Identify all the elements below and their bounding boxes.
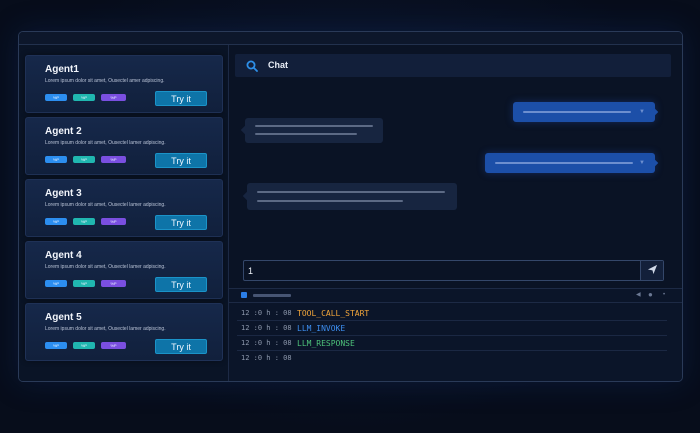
tag-badge[interactable]: %P [101,156,126,163]
tag-badge[interactable]: %P [45,94,67,101]
log-row: 12 :0 h : 08 [237,351,667,365]
chevron-down-icon[interactable]: ▼ [639,109,647,115]
message-text-placeholder [255,125,373,127]
record-icon[interactable]: ● [648,291,653,299]
try-it-button[interactable]: Try it [155,215,207,230]
tag-badge[interactable]: %P [101,218,126,225]
tag-badge[interactable]: %P [73,218,95,225]
agent-name: Agent 2 [45,126,82,137]
agent-card: Agent 5 Lorem ipsum dolor sit amet, Ouse… [25,303,223,361]
message-input[interactable] [244,261,628,280]
agent-name: Agent 5 [45,312,82,323]
chat-title: Chat [268,60,288,70]
tag-badge[interactable]: %P [73,94,95,101]
tag-badge[interactable]: %P [101,342,126,349]
agent-description: Lorem ipsum dolor sit amet, Ousectel lam… [45,326,166,332]
log-row: 12 :0 h : 08 LLM_RESPONSE [237,336,667,351]
tag-badge[interactable]: %P [45,280,67,287]
more-icon[interactable]: • [663,291,665,299]
chat-messages: ▼ ▼ [235,81,671,257]
tag-badge[interactable]: %P [101,280,126,287]
try-it-button[interactable]: Try it [155,91,207,106]
agent-card: Agent 2 Lorem ipsum dolor sit amet, Ouse… [25,117,223,175]
event-log-panel: ◀ ● • 12 :0 h : 08 TOOL_CALL_START 12 :0… [229,288,682,381]
agent-description: Lorem ipsum dolor sit amet, Ousectel lam… [45,264,166,270]
chevron-down-icon[interactable]: ▼ [639,160,647,166]
tag-badge[interactable]: %P [73,342,95,349]
log-status-icon [241,292,247,298]
chat-header: Chat [235,54,671,77]
message-composer [243,260,664,281]
agent-card: Agent1 Lorem ipsum dolor sit amet, Ousec… [25,55,223,113]
log-toolbar: ◀ ● • [229,289,682,303]
message-text-placeholder [495,162,633,164]
log-timestamp: 12 :0 h : 08 [241,309,292,317]
message-text-placeholder [523,111,631,113]
tag-badge[interactable]: %P [45,156,67,163]
log-row: 12 :0 h : 08 TOOL_CALL_START [237,306,667,321]
agent-description: Lorem ipsum dolor sit amet, Ousectel lam… [45,140,166,146]
chevron-left-icon[interactable]: ◀ [636,291,641,299]
title-bar [19,32,682,45]
message-bubble-outgoing[interactable]: ▼ [485,153,655,173]
try-it-button[interactable]: Try it [155,277,207,292]
log-timestamp: 12 :0 h : 08 [241,339,292,347]
agent-description: Lorem ipsum dolor sit amet, Ousectel ame… [45,78,165,84]
agent-description: Lorem ipsum dolor sit amet, Ousectel lam… [45,202,166,208]
search-icon[interactable] [246,60,258,72]
message-text-placeholder [255,133,357,135]
send-button[interactable] [640,261,663,280]
agent-name: Agent1 [45,64,79,75]
tag-badge[interactable]: %P [45,218,67,225]
tag-badge[interactable]: %P [101,94,126,101]
tag-badge[interactable]: %P [73,156,95,163]
agent-card: Agent 4 Lorem ipsum dolor sit amet, Ouse… [25,241,223,299]
try-it-button[interactable]: Try it [155,153,207,168]
log-event: LLM_RESPONSE [297,339,355,348]
log-row: 12 :0 h : 08 LLM_INVOKE [237,321,667,336]
message-bubble-incoming[interactable] [247,183,457,210]
message-bubble-outgoing[interactable]: ▼ [513,102,655,122]
message-bubble-incoming[interactable] [245,118,383,143]
tag-badge[interactable]: %P [45,342,67,349]
agent-name: Agent 4 [45,250,82,261]
message-text-placeholder [257,191,445,193]
tag-badge[interactable]: %P [73,280,95,287]
agent-card: Agent 3 Lorem ipsum dolor sit amet, Ouse… [25,179,223,237]
agent-name: Agent 3 [45,188,82,199]
log-timestamp: 12 :0 h : 08 [241,354,292,362]
send-icon [647,264,657,275]
log-timestamp: 12 :0 h : 08 [241,324,292,332]
log-title-placeholder [253,294,291,297]
log-event: LLM_INVOKE [297,324,346,333]
log-event: TOOL_CALL_START [297,309,370,318]
chat-panel: Chat ▼ ▼ 1 ◀ ● • 12:0 h: 08 TOOL_CALL_… [229,45,682,381]
app-window: Agent1 Lorem ipsum dolor sit amet, Ousec… [18,31,683,382]
try-it-button[interactable]: Try it [155,339,207,354]
message-text-placeholder [257,200,403,202]
agent-list-panel: Agent1 Lorem ipsum dolor sit amet, Ousec… [19,45,229,381]
